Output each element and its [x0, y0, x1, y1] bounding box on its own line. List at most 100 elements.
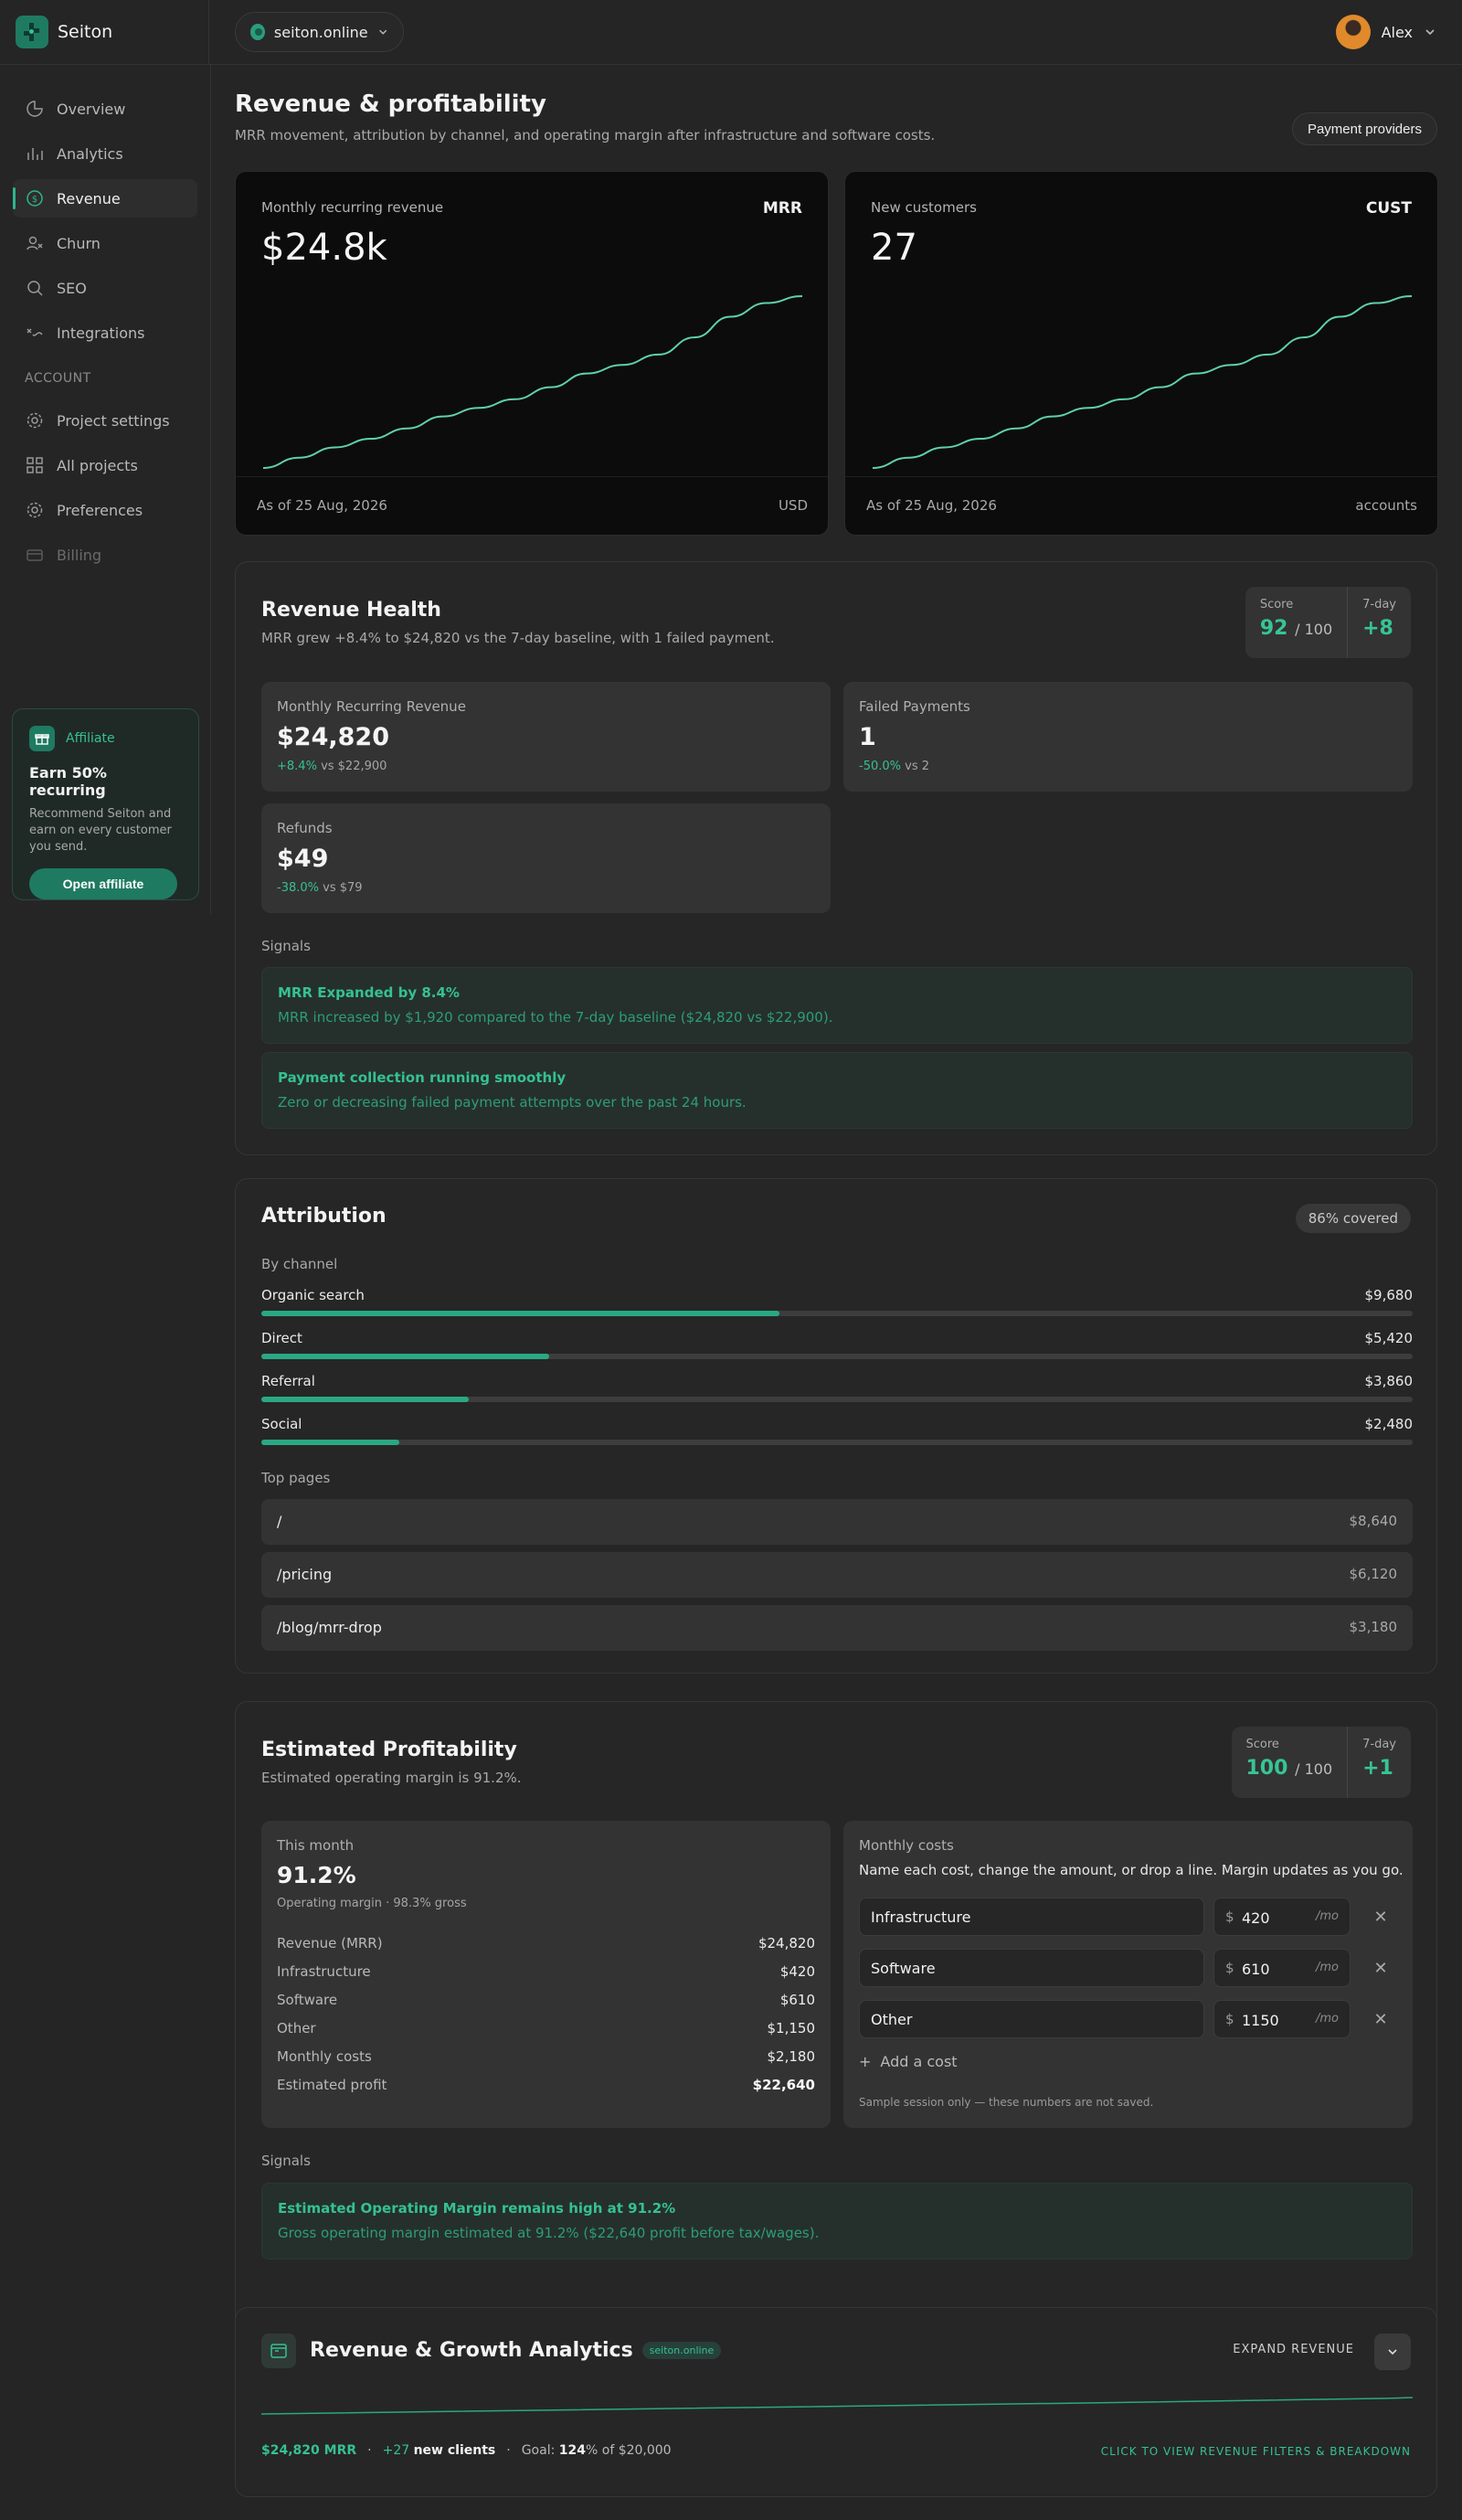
metric-footer: As of 25 Aug, 2026 USD [236, 476, 828, 535]
stat-delta: -38.0% [277, 881, 319, 895]
score-max: / 100 [1295, 1760, 1333, 1778]
sidebar-item-preferences[interactable]: Preferences [13, 491, 197, 529]
metric-footer: As of 25 Aug, 2026 accounts [845, 476, 1437, 535]
monthly-costs-label: Monthly costs [859, 1837, 954, 1854]
user-name: Alex [1381, 23, 1413, 41]
app-name: Seiton [58, 22, 113, 42]
page-row[interactable]: / $8,640 [261, 1499, 1413, 1545]
top-pages-label: Top pages [261, 1470, 331, 1486]
page-title: Revenue & profitability [235, 90, 546, 118]
payment-providers-button[interactable]: Payment providers [1291, 112, 1437, 145]
sidebar-item-label: Project settings [57, 411, 170, 430]
metric-label: Monthly recurring revenue [261, 199, 444, 216]
pl-label: Other [277, 2020, 316, 2036]
sidebar-item-analytics[interactable]: Analytics [13, 134, 197, 173]
cost-amount-field: $ /mo [1213, 2000, 1351, 2038]
score-max: / 100 [1295, 621, 1333, 638]
page-path: /blog/mrr-drop [277, 1619, 382, 1636]
remove-cost-icon[interactable]: ✕ [1369, 1905, 1393, 1929]
metric-label: New customers [871, 199, 977, 216]
add-cost-button[interactable]: + Add a cost [859, 2053, 958, 2070]
site-selector[interactable]: seiton.online [235, 12, 404, 52]
stat-compare: vs $22,900 [321, 760, 387, 773]
profitability-title: Estimated Profitability [261, 1738, 517, 1761]
pl-label: Revenue (MRR) [277, 1935, 383, 1951]
expand-chevron-button[interactable] [1374, 2334, 1411, 2370]
remove-cost-icon[interactable]: ✕ [1369, 1956, 1393, 1980]
remove-cost-icon[interactable]: ✕ [1369, 2007, 1393, 2031]
signal-item: MRR Expanded by 8.4% MRR increased by $1… [261, 967, 1413, 1044]
stat-delta: +8.4% [277, 760, 317, 773]
delta-value: +1 [1362, 1757, 1393, 1780]
growth-trend-line [261, 2397, 1413, 2415]
per-month-label: /mo [1316, 2012, 1339, 2026]
page-row[interactable]: /pricing $6,120 [261, 1552, 1413, 1598]
svg-text:$: $ [32, 195, 37, 205]
growth-analytics-title: Revenue & Growth Analytics [310, 2339, 633, 2362]
pl-value: $22,640 [752, 2077, 815, 2093]
separator-dot: · [367, 2443, 372, 2458]
gear-icon [26, 502, 43, 518]
stat-label: Monthly Recurring Revenue [277, 698, 466, 715]
attribution-card: Attribution 86% covered By channel Organ… [235, 1178, 1437, 1674]
signal-title: MRR Expanded by 8.4% [278, 984, 460, 1001]
analytics-icon [27, 148, 43, 160]
session-note: Sample session only — these numbers are … [859, 2096, 1154, 2109]
pl-value: $420 [779, 1963, 815, 1980]
brand[interactable]: Seiton [0, 0, 209, 65]
page-path: / [277, 1513, 282, 1530]
pl-row: Revenue (MRR) $24,820 [277, 1935, 815, 1953]
cost-amount-input[interactable] [1242, 2010, 1306, 2030]
view-breakdown-link[interactable]: CLICK TO VIEW REVENUE FILTERS & BREAKDOW… [1101, 2445, 1411, 2458]
this-month-label: This month [277, 1837, 355, 1854]
open-affiliate-button[interactable]: Open affiliate [29, 868, 177, 899]
sidebar-item-seo[interactable]: SEO [13, 269, 197, 307]
top-bar: Seiton seiton.online Alex [0, 0, 1462, 65]
sidebar-item-revenue[interactable]: $ Revenue [13, 179, 197, 218]
goal-suffix: % of $20,000 [586, 2443, 672, 2458]
cost-name-input[interactable] [859, 2000, 1204, 2038]
delta-value: +8 [1362, 617, 1393, 640]
channel-name: Referral [261, 1373, 315, 1389]
metric-unit: USD [778, 497, 808, 514]
affiliate-card: Affiliate Earn 50% recurring Recommend S… [12, 708, 199, 900]
pl-label: Infrastructure [277, 1963, 371, 1980]
card-icon [26, 549, 43, 561]
sidebar-item-integrations[interactable]: Integrations [13, 314, 197, 352]
sidebar-item-churn[interactable]: Churn [13, 224, 197, 262]
affiliate-tag: Affiliate [66, 731, 115, 746]
page-row[interactable]: /blog/mrr-drop $3,180 [261, 1605, 1413, 1651]
expand-revenue-label[interactable]: EXPAND REVENUE [1233, 2343, 1354, 2356]
stat-value: $24,820 [277, 723, 389, 751]
page-value: $8,640 [1349, 1513, 1398, 1529]
sidebar-nav: Overview Analytics $ Revenue Churn SEO I… [0, 65, 210, 352]
channel-bar-track [261, 1397, 1413, 1402]
stat-value: $49 [277, 845, 329, 873]
refunds-stat-card: Refunds $49 -38.0% vs $79 [261, 803, 831, 913]
sidebar-item-all-projects[interactable]: All projects [13, 446, 197, 484]
revenue-health-title: Revenue Health [261, 599, 441, 622]
sidebar-item-label: SEO [57, 279, 87, 297]
channel-bar-track [261, 1311, 1413, 1316]
cost-amount-input[interactable] [1242, 1959, 1306, 1979]
chevron-down-icon [378, 29, 387, 35]
channel-name: Social [261, 1416, 302, 1432]
channel-row: Direct $5,420 [261, 1330, 1413, 1370]
page-path: /pricing [277, 1566, 333, 1583]
user-menu[interactable]: Alex [1335, 15, 1436, 49]
user-remove-icon [26, 236, 43, 250]
channel-bar-fill [261, 1440, 400, 1445]
sidebar-item-project-settings[interactable]: Project settings [13, 401, 197, 440]
affiliate-text: Recommend Seiton and earn on every custo… [29, 807, 172, 854]
channel-row: Referral $3,860 [261, 1373, 1413, 1413]
score-label: Score [1259, 598, 1294, 611]
cost-name-input[interactable] [859, 1949, 1204, 1987]
cost-name-input[interactable] [859, 1898, 1204, 1936]
coverage-badge: 86% covered [1295, 1204, 1411, 1233]
pl-row: Infrastructure $420 [277, 1963, 815, 1982]
sidebar-item-overview[interactable]: Overview [13, 90, 197, 128]
plus-icon: + [859, 2053, 872, 2070]
cost-amount-input[interactable] [1242, 1908, 1306, 1928]
channel-value: $5,420 [1364, 1330, 1414, 1346]
account-nav: Project settings All projects Preference… [0, 401, 210, 574]
